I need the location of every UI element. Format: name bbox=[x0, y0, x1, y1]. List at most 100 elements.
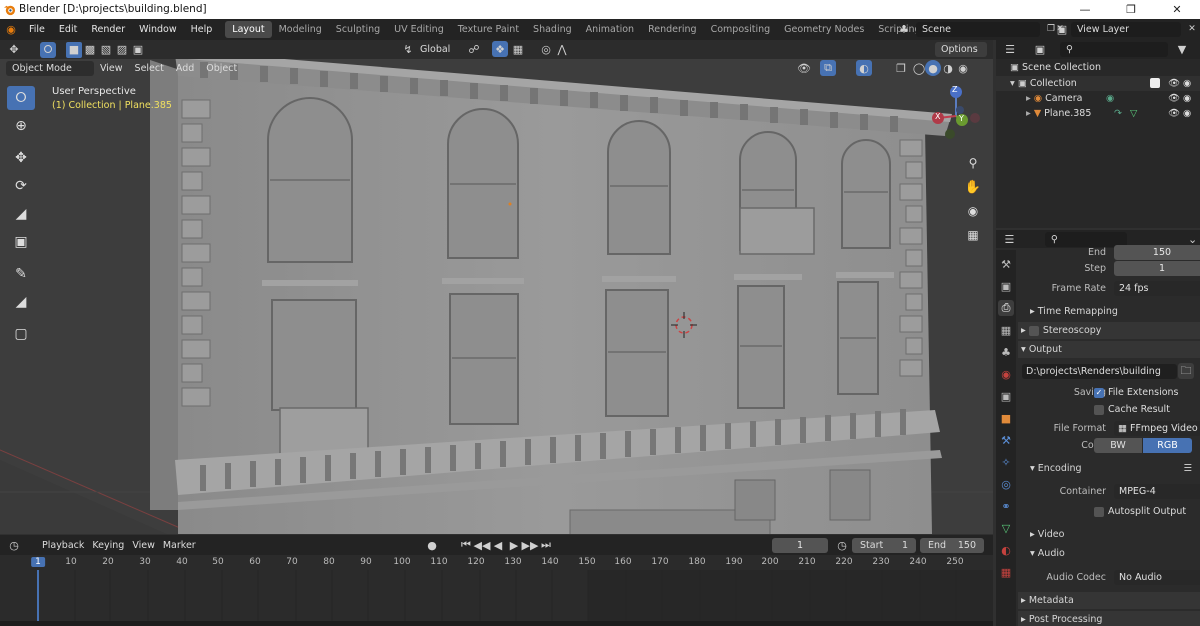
camera-view-icon[interactable]: ◉ bbox=[962, 200, 984, 222]
snap-target-icon[interactable]: ▦ bbox=[510, 41, 526, 57]
rendered-shading-icon[interactable]: ◉ bbox=[955, 60, 971, 76]
post-processing-section[interactable]: ▸ Post Processing bbox=[1018, 611, 1200, 626]
file-format-dropdown[interactable]: ▦FFmpeg Video⌄ bbox=[1114, 421, 1200, 436]
expand-icon[interactable]: ▸ bbox=[1026, 93, 1031, 104]
timeline-ruler[interactable]: 1 10 20 30 40 50 60 70 80 90 100 110 120… bbox=[0, 555, 993, 570]
tab-animation[interactable]: Animation bbox=[579, 21, 641, 38]
cache-result-checkbox[interactable]: Cache Result bbox=[1094, 404, 1170, 415]
menu-window[interactable]: Window bbox=[132, 24, 183, 35]
tab-sculpting[interactable]: Sculpting bbox=[329, 21, 387, 38]
time-remapping-section[interactable]: ▸ Time Remapping bbox=[1030, 303, 1200, 320]
timeline-menu-view[interactable]: View bbox=[128, 540, 159, 551]
jump-keyframe-forward-icon[interactable]: ▶▶ bbox=[522, 537, 539, 553]
timeline-menu-playback[interactable]: Playback bbox=[38, 540, 88, 551]
view-layer-selector[interactable]: View Layer bbox=[1071, 22, 1181, 37]
physics-tab-icon[interactable]: ◎ bbox=[998, 476, 1014, 492]
scale-tool-icon[interactable]: ◢ bbox=[7, 202, 35, 226]
tab-shading[interactable]: Shading bbox=[526, 21, 579, 38]
view-layer-tab-icon[interactable]: ▦ bbox=[998, 322, 1014, 338]
container-dropdown[interactable]: MPEG-4⌄ bbox=[1114, 484, 1200, 499]
timeline-menu-keying[interactable]: Keying bbox=[88, 540, 128, 551]
grid-perspective-icon[interactable]: ▦ bbox=[962, 224, 984, 246]
outliner-item-plane[interactable]: ▸ ▼ Plane.385 ↷ ▽ 👁 ◉ bbox=[996, 106, 1200, 121]
folder-icon[interactable]: 🗀 bbox=[1178, 363, 1194, 379]
pivot-point-icon[interactable]: ☍ bbox=[466, 41, 482, 57]
tab-layout[interactable]: Layout bbox=[225, 21, 272, 38]
solid-shading-icon[interactable]: ● bbox=[925, 60, 941, 76]
tab-rendering[interactable]: Rendering bbox=[641, 21, 704, 38]
output-section[interactable]: ▾ Output bbox=[1018, 341, 1200, 358]
viewport-menu-view[interactable]: View bbox=[94, 63, 129, 74]
visibility-icon[interactable]: 👁 bbox=[796, 60, 812, 76]
data-tab-icon[interactable]: ▽ bbox=[998, 520, 1014, 536]
select-mode-icon[interactable]: ⭘ bbox=[40, 41, 56, 58]
transform-orientation-dropdown[interactable]: Global bbox=[414, 42, 460, 57]
tab-texture-paint[interactable]: Texture Paint bbox=[451, 21, 526, 38]
world-tab-icon[interactable]: ◉ bbox=[998, 366, 1014, 382]
collection-tab-icon[interactable]: ▣ bbox=[998, 388, 1014, 404]
scene-icon[interactable]: ♣ bbox=[896, 21, 912, 37]
restore-icon[interactable]: ❐ bbox=[1108, 0, 1154, 19]
particles-tab-icon[interactable]: ✧ bbox=[998, 454, 1014, 470]
expand-icon[interactable]: ▾ bbox=[1010, 78, 1015, 89]
material-tab-icon[interactable]: ◐ bbox=[998, 542, 1014, 558]
filter-icon[interactable]: ▼ bbox=[1174, 42, 1190, 58]
xray-icon[interactable]: ❐ bbox=[893, 60, 909, 76]
scene-tab-icon[interactable]: ♣ bbox=[998, 344, 1014, 360]
snap-icon[interactable]: ❖ bbox=[492, 41, 508, 57]
current-frame-field[interactable]: 1 bbox=[772, 538, 828, 553]
timeline-editor-type-icon[interactable]: ◷ bbox=[6, 537, 22, 553]
material-shading-icon[interactable]: ◑ bbox=[940, 60, 956, 76]
stereoscopy-section[interactable]: ▸ Stereoscopy bbox=[1018, 322, 1200, 339]
viewport-menu-add[interactable]: Add bbox=[170, 63, 200, 74]
select-subtract-icon[interactable]: ▧ bbox=[98, 42, 114, 58]
play-reverse-icon[interactable]: ◀ bbox=[490, 537, 506, 553]
tool-tab-icon[interactable]: ⚒ bbox=[998, 256, 1014, 272]
start-frame-field[interactable]: Start 1 bbox=[852, 538, 916, 553]
menu-render[interactable]: Render bbox=[84, 24, 132, 35]
move-tool-icon[interactable]: ✥ bbox=[7, 146, 35, 170]
encoding-section[interactable]: ▾ Encoding ☰ bbox=[1030, 460, 1198, 477]
select-new-icon[interactable]: ■ bbox=[66, 41, 82, 58]
select-extend-icon[interactable]: ▩ bbox=[82, 42, 98, 58]
select-box-tool-icon[interactable]: ⭘ bbox=[7, 86, 35, 110]
outliner-scene-collection[interactable]: ▣ Scene Collection bbox=[996, 60, 1200, 75]
pan-hand-icon[interactable]: ✋ bbox=[962, 176, 984, 198]
frame-rate-dropdown[interactable]: 24 fps⌄ bbox=[1114, 281, 1200, 296]
tab-modeling[interactable]: Modeling bbox=[272, 21, 329, 38]
jump-keyframe-back-icon[interactable]: ◀◀ bbox=[474, 537, 491, 553]
collection-render-icon[interactable]: ◉ bbox=[1183, 76, 1191, 91]
editor-type-icon[interactable]: ✥ bbox=[6, 42, 22, 58]
outliner-collection[interactable]: ▾ ▣ Collection 👁 ◉ bbox=[996, 76, 1200, 91]
menu-edit[interactable]: Edit bbox=[52, 24, 84, 35]
modifier-tab-icon[interactable]: ⚒ bbox=[998, 432, 1014, 448]
rotate-tool-icon[interactable]: ⟳ bbox=[7, 174, 35, 198]
camera-render-icon[interactable]: ◉ bbox=[1183, 91, 1191, 106]
blender-menu-icon[interactable]: ◉ bbox=[0, 22, 22, 38]
menu-help[interactable]: Help bbox=[184, 24, 220, 35]
navigation-gizmo[interactable]: Z Y X bbox=[926, 82, 986, 142]
show-gizmo-icon[interactable]: ⧉ bbox=[820, 60, 836, 76]
color-rgb-button[interactable]: RGB bbox=[1143, 438, 1192, 453]
viewport-menu-object[interactable]: Object bbox=[200, 63, 243, 74]
frame-step-field[interactable]: 1 bbox=[1114, 261, 1200, 276]
viewport-menu-select[interactable]: Select bbox=[129, 63, 170, 74]
playhead-frame-label[interactable]: 1 bbox=[31, 557, 45, 567]
object-mode-dropdown[interactable]: Object Mode bbox=[6, 61, 94, 76]
frame-end-field[interactable]: 150 bbox=[1114, 245, 1200, 260]
collection-visibility-icon[interactable]: 👁 bbox=[1168, 76, 1180, 91]
collection-checkbox[interactable] bbox=[1150, 78, 1160, 88]
output-tab-icon[interactable]: ⎙ bbox=[998, 300, 1014, 316]
jump-end-icon[interactable]: ⏭ bbox=[538, 537, 554, 553]
options-dropdown[interactable]: Options bbox=[935, 42, 987, 57]
output-path-input[interactable]: D:\projects\Renders\building bbox=[1022, 364, 1177, 379]
autosplit-checkbox[interactable]: Autosplit Output bbox=[1094, 506, 1186, 517]
texture-tab-icon[interactable]: ▦ bbox=[998, 564, 1014, 580]
menu-file[interactable]: File bbox=[22, 24, 52, 35]
metadata-section[interactable]: ▸ Metadata bbox=[1018, 592, 1200, 609]
display-mode-icon[interactable]: ▣ bbox=[1032, 42, 1048, 58]
tab-uv-editing[interactable]: UV Editing bbox=[387, 21, 451, 38]
audio-section[interactable]: ▾ Audio bbox=[1030, 545, 1200, 562]
record-icon[interactable]: ● bbox=[424, 537, 440, 553]
outliner-search-input[interactable]: ⚲ bbox=[1060, 42, 1168, 57]
